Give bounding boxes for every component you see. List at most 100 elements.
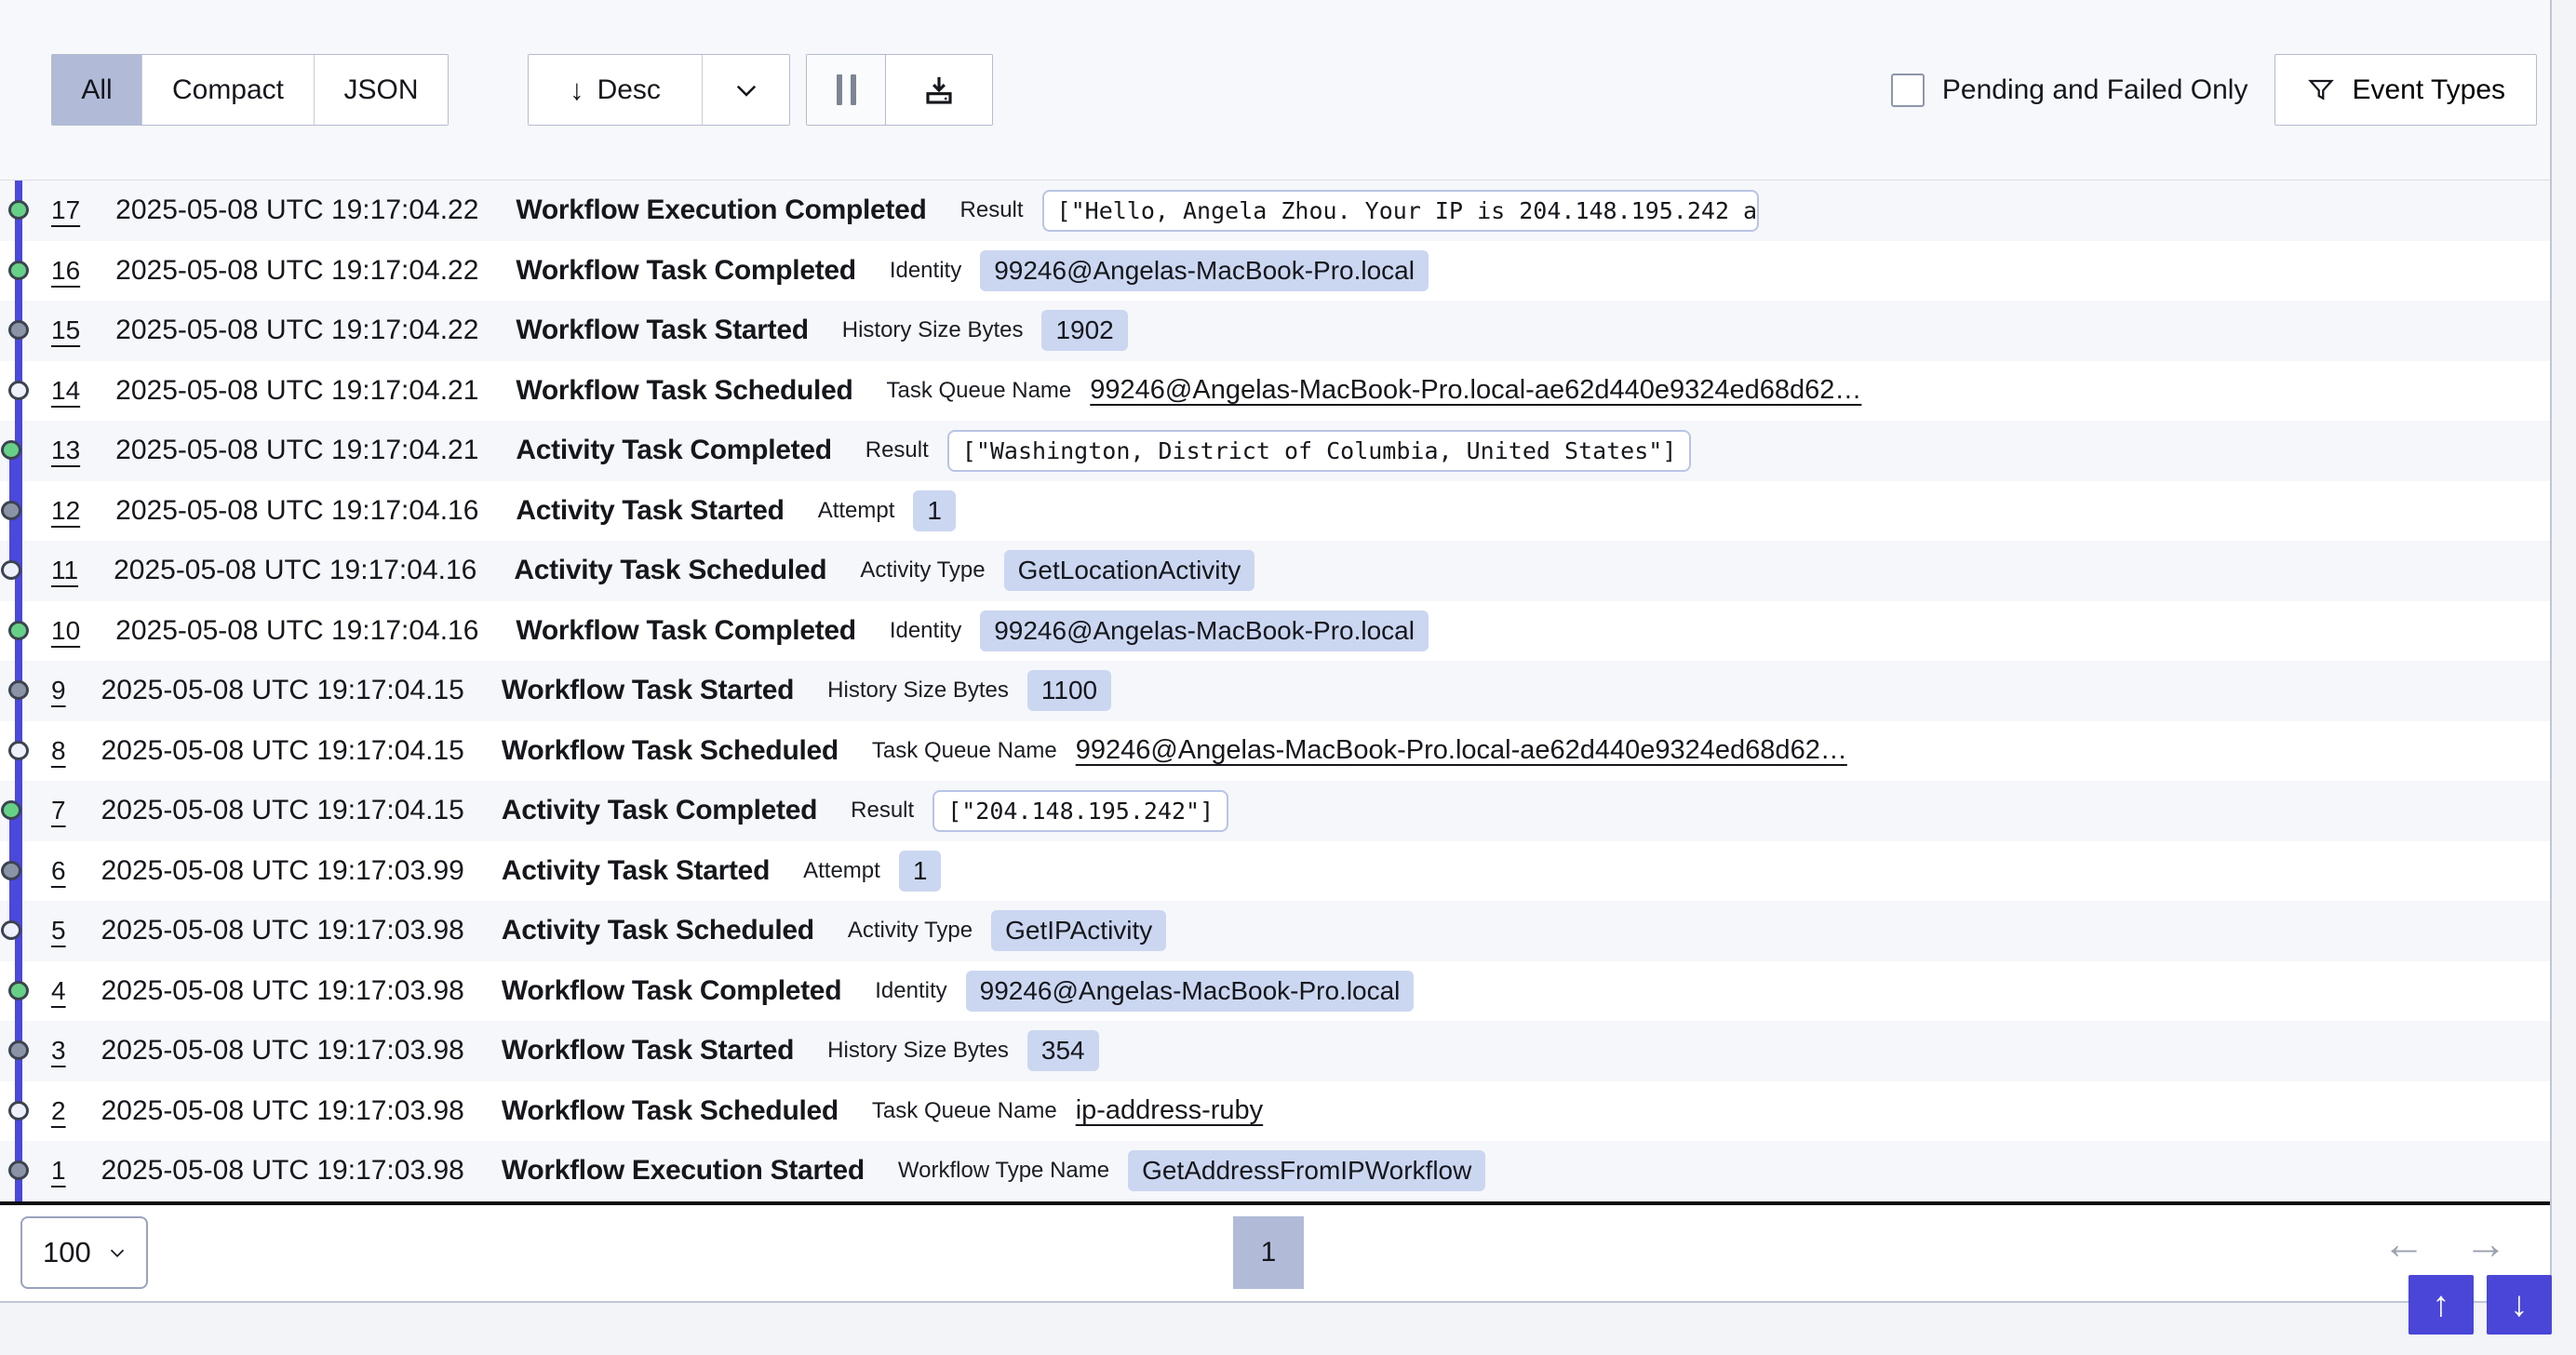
event-detail-link[interactable]: 99246@Angelas-MacBook-Pro.local-ae62d440…: [1076, 735, 1847, 766]
event-type: Workflow Task Scheduled: [516, 375, 852, 407]
download-icon: [920, 72, 958, 109]
event-timestamp: 2025-05-08 UTC 19:17:04.22: [115, 255, 478, 287]
next-page-arrow-icon[interactable]: →: [2464, 1218, 2507, 1268]
event-row[interactable]: 15 2025-05-08 UTC 19:17:04.22 Workflow Tas…: [0, 301, 2551, 361]
event-type: Workflow Task Completed: [516, 255, 855, 287]
timeline-dot-white: [1, 560, 21, 580]
page-1-button[interactable]: 1: [1233, 1216, 1304, 1289]
event-row[interactable]: 122025-05-08 UTC 19:17:04.16Activity Tas…: [0, 481, 2551, 542]
pending-failed-checkbox[interactable]: [1891, 74, 1925, 107]
event-history-toolbar: All Compact JSON ↓ Desc: [0, 0, 2550, 181]
view-mode-toggle: All Compact JSON: [51, 54, 449, 126]
timeline-dot-green: [1, 440, 21, 460]
event-id-link[interactable]: 5: [51, 916, 66, 946]
event-detail-label: Attempt: [818, 498, 895, 524]
sort-desc-button[interactable]: ↓ Desc: [529, 55, 702, 125]
scroll-to-bottom-button[interactable]: ↓: [2487, 1275, 2552, 1335]
page-size-select[interactable]: 100: [20, 1216, 148, 1289]
event-type: Workflow Task Started: [502, 1035, 794, 1067]
event-id-link[interactable]: 1: [51, 1156, 66, 1186]
event-id-link[interactable]: 9: [51, 676, 66, 705]
event-detail-label: History Size Bytes: [842, 317, 1024, 343]
event-id-link[interactable]: 14: [51, 376, 80, 406]
event-timestamp: 2025-05-08 UTC 19:17:03.98: [101, 1035, 464, 1067]
view-mode-all-button[interactable]: All: [52, 55, 141, 125]
sort-desc-arrow-icon: ↓: [570, 74, 584, 107]
filter-funnel-icon: [2306, 75, 2336, 105]
event-type: Workflow Execution Started: [502, 1155, 865, 1187]
event-type: Activity Task Started: [502, 855, 770, 887]
event-row[interactable]: 3 2025-05-08 UTC 19:17:03.98 Workflow Task…: [0, 1021, 2551, 1081]
event-row[interactable]: 102025-05-08 UTC 19:17:04.16Workflow Tas…: [0, 601, 2551, 662]
event-type: Activity Task Completed: [502, 795, 817, 826]
event-id-link[interactable]: 15: [51, 315, 80, 345]
timeline-dot-gray: [8, 320, 29, 340]
event-type: Activity Task Scheduled: [502, 915, 814, 946]
timeline-dot-gray: [1, 861, 21, 880]
event-detail-label: Activity Type: [848, 918, 973, 944]
event-row[interactable]: 72025-05-08 UTC 19:17:04.15Activity Task…: [0, 781, 2551, 841]
event-row[interactable]: 92025-05-08 UTC 19:17:04.15Workflow Task…: [0, 661, 2551, 721]
event-type: Workflow Task Started: [516, 315, 808, 346]
sort-dropdown-button[interactable]: [702, 55, 789, 125]
event-id-link[interactable]: 7: [51, 796, 66, 825]
event-row[interactable]: 42025-05-08 UTC 19:17:03.98Workflow Task…: [0, 961, 2551, 1022]
event-row[interactable]: 172025-05-08 UTC 19:17:04.22Workflow Exe…: [0, 181, 2551, 241]
event-id-link[interactable]: 11: [51, 556, 78, 585]
event-id-link[interactable]: 17: [51, 195, 80, 225]
event-id-link[interactable]: 4: [51, 976, 66, 1006]
event-timestamp: 2025-05-08 UTC 19:17:04.16: [115, 615, 478, 647]
event-timestamp: 2025-05-08 UTC 19:17:03.98: [101, 915, 464, 946]
event-detail-label: Result: [865, 437, 929, 463]
event-timestamp: 2025-05-08 UTC 19:17:04.21: [115, 435, 478, 466]
event-detail-link[interactable]: ip-address-ruby: [1076, 1095, 1263, 1126]
timeline-dot-gray: [8, 1040, 29, 1060]
event-detail-label: Workflow Type Name: [898, 1158, 1109, 1184]
event-row[interactable]: 5 2025-05-08 UTC 19:17:03.98 Activity Task…: [0, 901, 2551, 961]
event-type: Workflow Task Scheduled: [502, 735, 839, 767]
pagination-bar: 100 1 ← →: [0, 1205, 2550, 1301]
event-id-link[interactable]: 6: [51, 856, 66, 886]
event-row[interactable]: 22025-05-08 UTC 19:17:03.98Workflow Task…: [0, 1081, 2551, 1142]
event-row[interactable]: 132025-05-08 UTC 19:17:04.21Activity Tas…: [0, 421, 2551, 481]
event-id-link[interactable]: 2: [51, 1096, 66, 1126]
event-detail-label: Identity: [875, 978, 946, 1004]
event-history-panel: All Compact JSON ↓ Desc: [0, 0, 2552, 1303]
timeline-dot-green: [8, 261, 29, 280]
arrow-down-icon: ↓: [2511, 1285, 2529, 1325]
event-detail-badge: 99246@Angelas-MacBook-Pro.local: [966, 971, 1415, 1012]
event-types-filter-button[interactable]: Event Types: [2274, 54, 2537, 126]
scroll-to-top-button[interactable]: ↑: [2408, 1275, 2474, 1335]
event-row[interactable]: 16 2025-05-08 UTC 19:17:04.22 Workflow Tas…: [0, 241, 2551, 302]
event-id-link[interactable]: 13: [51, 436, 80, 465]
event-row[interactable]: 12025-05-08 UTC 19:17:03.98Workflow Exec…: [0, 1141, 2551, 1201]
event-id-link[interactable]: 16: [51, 256, 80, 286]
timeline-dot-gray: [1, 501, 21, 520]
view-mode-compact-button[interactable]: Compact: [141, 55, 314, 125]
view-mode-json-button[interactable]: JSON: [314, 55, 448, 125]
event-row[interactable]: 112025-05-08 UTC 19:17:04.16Activity Tas…: [0, 541, 2551, 601]
event-id-link[interactable]: 10: [51, 616, 80, 646]
event-detail-badge: GetIPActivity: [991, 910, 1166, 951]
event-detail-badge: 1902: [1041, 310, 1127, 351]
event-id-link[interactable]: 3: [51, 1036, 66, 1066]
event-timestamp: 2025-05-08 UTC 19:17:04.15: [101, 735, 464, 767]
event-timestamp: 2025-05-08 UTC 19:17:04.22: [115, 315, 478, 346]
event-detail-badge: 1100: [1027, 670, 1111, 711]
previous-page-arrow-icon[interactable]: ←: [2382, 1218, 2425, 1268]
download-button[interactable]: [885, 55, 992, 125]
event-type: Activity Task Started: [516, 495, 784, 527]
event-id-link[interactable]: 12: [51, 496, 80, 526]
event-type: Workflow Execution Completed: [516, 195, 926, 226]
event-row[interactable]: 8 2025-05-08 UTC 19:17:04.15 Workflow Task…: [0, 721, 2551, 782]
event-id-link[interactable]: 8: [51, 736, 66, 766]
event-row[interactable]: 62025-05-08 UTC 19:17:03.99Activity Task…: [0, 841, 2551, 902]
timeline-dot-white: [1, 920, 21, 940]
event-detail-link[interactable]: 99246@Angelas-MacBook-Pro.local-ae62d440…: [1090, 375, 1861, 406]
event-timestamp: 2025-05-08 UTC 19:17:03.98: [101, 1095, 464, 1127]
event-row[interactable]: 142025-05-08 UTC 19:17:04.21Workflow Tas…: [0, 361, 2551, 422]
event-detail-label: Task Queue Name: [872, 738, 1057, 764]
event-detail-code: ["204.148.195.242"]: [932, 790, 1228, 832]
pause-button[interactable]: [807, 55, 885, 125]
event-detail-label: Activity Type: [860, 557, 985, 584]
